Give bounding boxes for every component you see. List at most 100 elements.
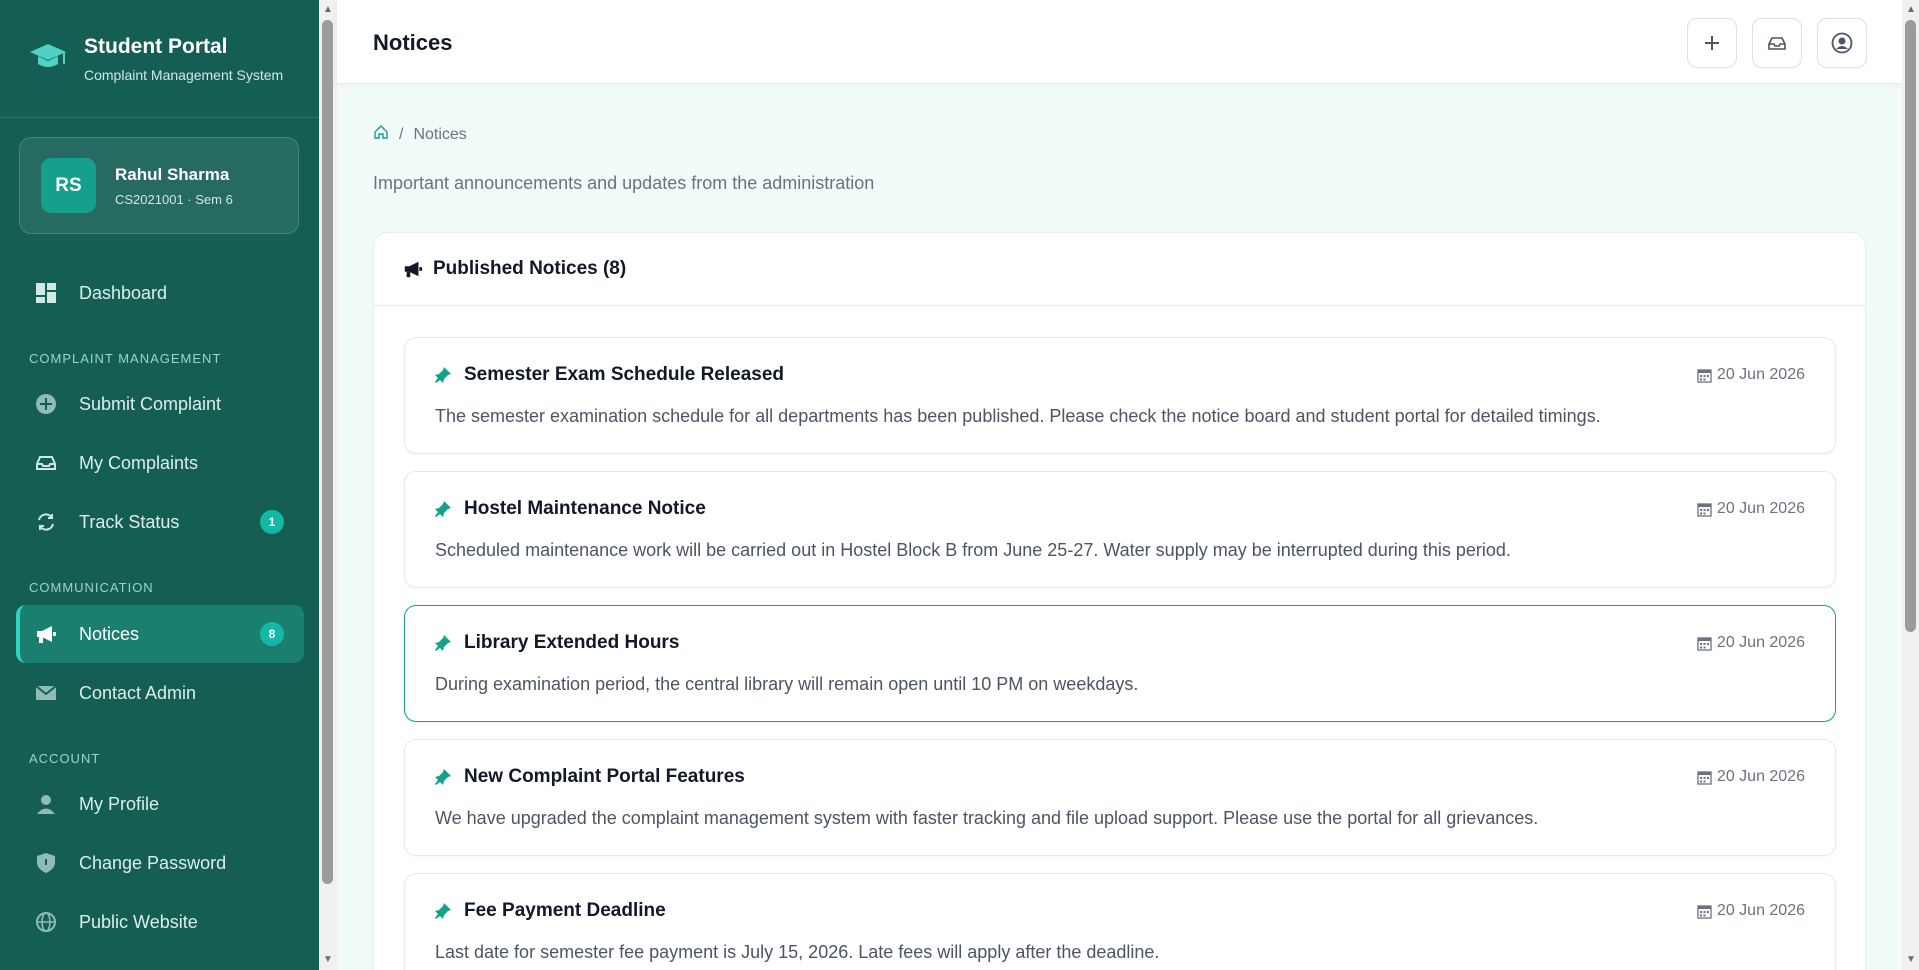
- dashboard-icon: [34, 281, 58, 305]
- notice-body: Last date for semester fee payment is Ju…: [435, 942, 1160, 962]
- notice-card[interactable]: New Complaint Portal Features 20 Jun 202…: [404, 739, 1836, 856]
- notice-title: Semester Exam Schedule Released: [464, 364, 785, 385]
- sidebar-item-change-password[interactable]: Change Password: [16, 834, 304, 892]
- pin-icon: [434, 500, 452, 518]
- calendar-icon: [1697, 368, 1712, 383]
- sidebar-item-notices[interactable]: Notices 8: [16, 605, 304, 663]
- main-scrollbar-thumb[interactable]: [1905, 20, 1916, 632]
- calendar-icon: [1697, 770, 1712, 785]
- notice-card[interactable]: Fee Payment Deadline 20 Jun 2026 Last da…: [404, 873, 1836, 970]
- breadcrumb-current: Notices: [413, 125, 467, 143]
- notice-date: 20 Jun 2026: [1716, 500, 1805, 517]
- notice-date: 20 Jun 2026: [1716, 902, 1805, 919]
- pin-icon: [434, 634, 452, 652]
- sidebar-item-label: Dashboard: [79, 282, 168, 303]
- notice-body: We have upgraded the complaint managemen…: [435, 808, 1539, 828]
- sidebar: Student Portal Complaint Management Syst…: [0, 0, 319, 970]
- notice-date: 20 Jun 2026: [1716, 634, 1805, 651]
- notices-panel: Published Notices (8) Semester Exam Sche…: [373, 232, 1866, 970]
- page-title: Notices: [373, 30, 453, 55]
- sidebar-item-submit-complaint[interactable]: Submit Complaint: [16, 375, 304, 433]
- notices-badge: 8: [260, 622, 284, 646]
- sidebar-item-label: My Profile: [79, 793, 160, 814]
- sidebar-item-label: Notices: [79, 623, 140, 644]
- calendar-icon: [1697, 904, 1712, 919]
- sidebar-scroll-up-arrow-icon[interactable]: ▲: [323, 4, 333, 15]
- notice-date-row: 20 Jun 2026: [1697, 768, 1805, 786]
- top-header: Notices: [337, 0, 1902, 84]
- notice-body: During examination period, the central l…: [435, 674, 1139, 694]
- user-card[interactable]: RS Rahul Sharma CS2021001 · Sem 6: [19, 137, 299, 234]
- user-circle-icon: [1831, 32, 1853, 54]
- sidebar-scroll-down-arrow-icon[interactable]: ▼: [323, 954, 333, 965]
- main-scroll-up-arrow-icon[interactable]: ▲: [1906, 4, 1916, 15]
- pin-icon: [434, 902, 452, 920]
- notice-title: Fee Payment Deadline: [464, 900, 666, 921]
- notice-title: New Complaint Portal Features: [464, 766, 745, 787]
- section-label-communication: COMMUNICATION: [29, 580, 154, 595]
- breadcrumb-separator: /: [399, 125, 404, 143]
- sidebar-item-contact-admin[interactable]: Contact Admin: [16, 664, 304, 722]
- notice-title-row: Fee Payment Deadline: [434, 900, 666, 922]
- main-scroll-down-arrow-icon[interactable]: ▼: [1906, 954, 1916, 965]
- sidebar-item-my-complaints[interactable]: My Complaints: [16, 434, 304, 492]
- sidebar-item-label: Submit Complaint: [79, 393, 222, 414]
- sidebar-item-label: Change Password: [79, 852, 227, 873]
- sidebar-scrollbar-thumb[interactable]: [322, 20, 333, 884]
- sidebar-item-dashboard[interactable]: Dashboard: [16, 264, 304, 322]
- notice-title-row: Semester Exam Schedule Released: [434, 364, 784, 386]
- sidebar-item-public-website[interactable]: Public Website: [16, 893, 304, 951]
- notice-card[interactable]: Library Extended Hours 20 Jun 2026 Durin…: [404, 605, 1836, 722]
- avatar: RS: [41, 158, 96, 213]
- section-label-account: ACCOUNT: [29, 751, 101, 766]
- notice-title-row: New Complaint Portal Features: [434, 766, 745, 788]
- user-name: Rahul Sharma: [115, 164, 230, 184]
- notice-title-row: Hostel Maintenance Notice: [434, 498, 706, 520]
- notice-date-row: 20 Jun 2026: [1697, 634, 1805, 652]
- sidebar-item-label: Track Status: [79, 511, 180, 532]
- envelope-icon: [34, 681, 58, 705]
- plus-circle-icon: [34, 392, 58, 416]
- brand[interactable]: Student Portal Complaint Management Syst…: [0, 0, 319, 118]
- megaphone-icon: [34, 622, 58, 646]
- section-label-complaints: COMPLAINT MANAGEMENT: [29, 351, 222, 366]
- notice-title: Library Extended Hours: [464, 632, 680, 653]
- notice-date: 20 Jun 2026: [1716, 366, 1805, 383]
- megaphone-icon: [403, 259, 423, 279]
- account-button[interactable]: [1817, 18, 1867, 68]
- panel-header: Published Notices (8): [374, 233, 1865, 306]
- brand-subtitle: Complaint Management System: [84, 66, 284, 83]
- pin-icon: [434, 768, 452, 786]
- user-icon: [34, 792, 58, 816]
- notice-date-row: 20 Jun 2026: [1697, 366, 1805, 384]
- notice-date-row: 20 Jun 2026: [1697, 500, 1805, 518]
- notice-title: Hostel Maintenance Notice: [464, 498, 706, 519]
- plus-icon: [1705, 36, 1719, 50]
- notice-date: 20 Jun 2026: [1716, 768, 1805, 785]
- inbox-icon: [1768, 37, 1786, 50]
- inbox-icon: [34, 451, 58, 475]
- sidebar-item-track-status[interactable]: Track Status 1: [16, 493, 304, 551]
- panel-title: Published Notices (8): [433, 258, 627, 279]
- notice-card[interactable]: Semester Exam Schedule Released 20 Jun 2…: [404, 337, 1836, 454]
- notice-title-row: Library Extended Hours: [434, 632, 679, 654]
- notice-card[interactable]: Hostel Maintenance Notice 20 Jun 2026 Sc…: [404, 471, 1836, 588]
- globe-icon: [34, 910, 58, 934]
- calendar-icon: [1697, 636, 1712, 651]
- page-subtitle: Important announcements and updates from…: [373, 173, 875, 193]
- inbox-button[interactable]: [1752, 18, 1802, 68]
- user-meta: CS2021001 · Sem 6: [115, 191, 233, 207]
- shield-icon: [34, 851, 58, 875]
- sidebar-item-my-profile[interactable]: My Profile: [16, 775, 304, 833]
- calendar-icon: [1697, 502, 1712, 517]
- refresh-icon: [34, 510, 58, 534]
- brand-title: Student Portal: [84, 34, 228, 58]
- home-icon[interactable]: [373, 124, 389, 145]
- pin-icon: [434, 366, 452, 384]
- sidebar-item-label: Public Website: [79, 911, 198, 932]
- notice-body: Scheduled maintenance work will be carri…: [435, 540, 1511, 560]
- sidebar-item-label: My Complaints: [79, 452, 199, 473]
- notice-body: The semester examination schedule for al…: [435, 406, 1601, 426]
- track-status-badge: 1: [260, 510, 284, 534]
- new-complaint-button[interactable]: [1687, 18, 1737, 68]
